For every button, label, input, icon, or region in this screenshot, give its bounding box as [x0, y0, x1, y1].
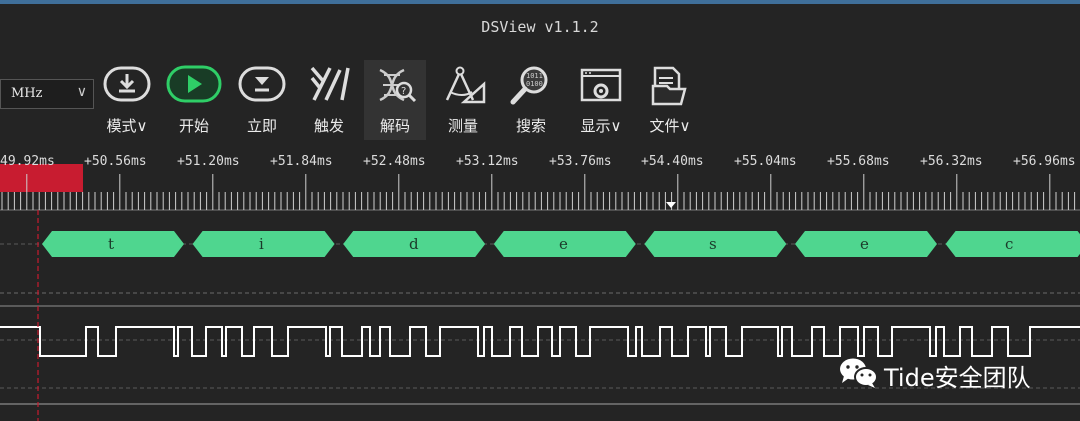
decoded-char: s: [709, 235, 717, 253]
dna-decode-icon: ?: [379, 68, 417, 103]
play-icon: [166, 65, 222, 103]
instant-label: 立即: [246, 117, 277, 135]
cursor-triangle-icon[interactable]: [666, 202, 676, 208]
file-label: 文件∨: [649, 117, 691, 135]
mode-label: 模式∨: [106, 117, 148, 135]
svg-text:0100: 0100: [526, 80, 543, 88]
measure-label: 测量: [447, 117, 478, 135]
trigger-icon: [310, 66, 350, 101]
decoded-char: e: [559, 235, 568, 253]
decoded-char: e: [860, 235, 869, 253]
decode-button[interactable]: ? 解码: [364, 60, 426, 140]
search-label: 搜索: [515, 117, 546, 135]
display-label: 显示∨: [580, 117, 622, 135]
search-icon: 1011 0100: [510, 66, 548, 105]
trigger-button[interactable]: 触发: [298, 60, 360, 140]
trigger-label: 触发: [313, 117, 344, 135]
svg-text:1011: 1011: [526, 72, 543, 80]
watermark: Tide安全团队: [838, 356, 1031, 392]
display-settings-icon: [580, 68, 622, 102]
start-button[interactable]: 开始: [163, 60, 225, 140]
decoded-char: t: [108, 235, 115, 253]
decode-label: 解码: [379, 117, 410, 135]
file-button[interactable]: 文件∨: [639, 60, 701, 140]
window-top-border: [0, 0, 1080, 4]
measure-button[interactable]: 测量: [432, 60, 494, 140]
start-label: 开始: [178, 117, 209, 135]
instant-capture-icon: [238, 66, 286, 102]
mode-button[interactable]: 模式∨: [96, 60, 158, 140]
wechat-icon: [840, 358, 878, 388]
uart-signal-trace: [0, 326, 1080, 357]
compass-ruler-icon: [445, 66, 486, 104]
window-title: DSView v1.1.2: [481, 18, 599, 36]
display-button[interactable]: 显示∨: [570, 60, 632, 140]
chevron-down-icon: ∨: [76, 84, 87, 100]
decoded-char: d: [409, 235, 419, 253]
sample-rate-value: MHz: [11, 86, 43, 101]
time-ruler[interactable]: [0, 148, 1080, 218]
svg-text:?: ?: [401, 86, 406, 97]
download-icon: [103, 66, 151, 102]
search-button[interactable]: 1011 0100 搜索: [500, 60, 562, 140]
file-folder-icon: [651, 66, 687, 106]
instant-button[interactable]: 立即: [231, 60, 293, 140]
decoded-char: i: [259, 235, 264, 253]
decoded-char: c: [1005, 235, 1014, 253]
sample-rate-select[interactable]: MHz ∨: [0, 79, 94, 109]
watermark-text: Tide安全团队: [884, 364, 1031, 392]
